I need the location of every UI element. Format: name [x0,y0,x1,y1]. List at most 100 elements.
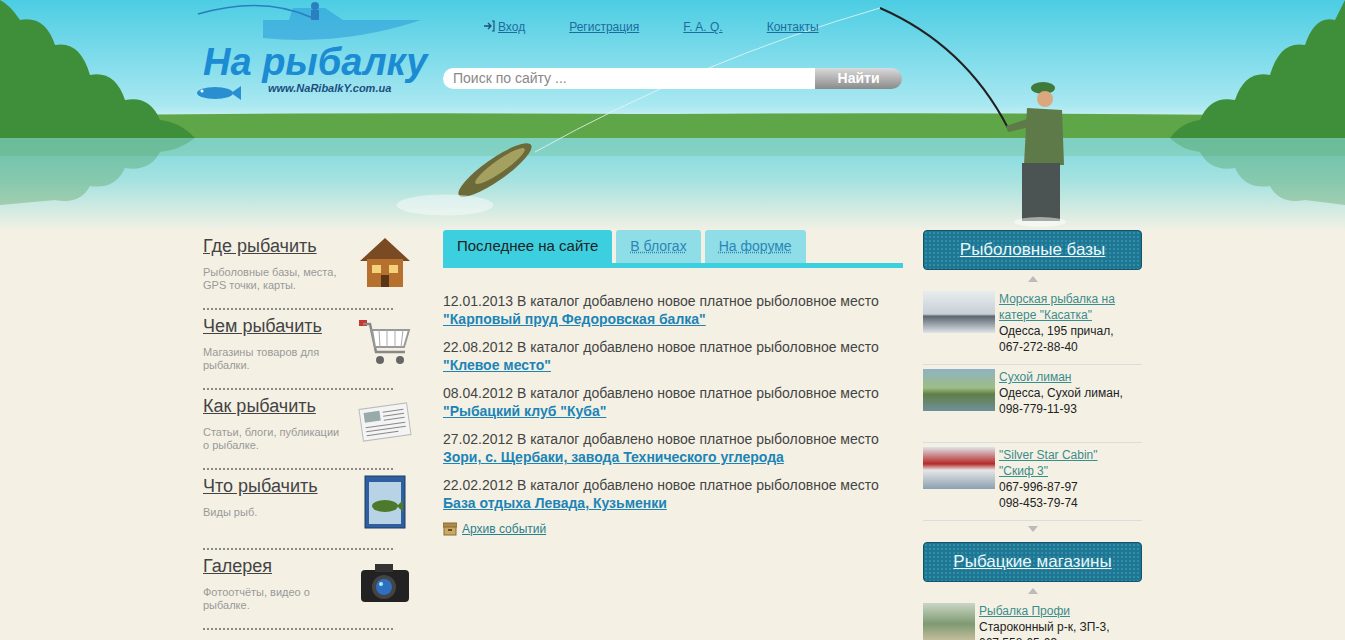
section-icon [357,234,413,290]
section-title[interactable]: Что рыбачить [203,470,348,497]
nav-label[interactable]: Регистрация [569,20,639,34]
section-item[interactable]: Чем рыбачитьМагазины товаров для рыбалки… [203,310,393,390]
block-title[interactable]: Рыбацкие магазины [953,552,1111,572]
tab-label[interactable]: На форуме [719,236,792,257]
news-link[interactable]: "Клевое место" [443,356,903,374]
listing-photo [923,291,995,333]
listing-line: 067-996-87-97 [999,479,1098,495]
listing-item[interactable]: Морская рыбалка на катере "Касатка"Одесс… [923,287,1142,365]
news-list: 12.01.2013 В каталог добавлено новое пла… [443,292,903,512]
archive-label[interactable]: Архив событий [462,522,546,536]
nav-link[interactable]: Контакты [767,20,819,38]
tab-label[interactable]: Последнее на сайте [457,235,598,258]
news-item: 22.02.2012 В каталог добавлено новое пла… [443,476,903,512]
content: На рыбалкуwww.NaRibalkY.com.ua Вход Регис… [193,0,1145,640]
section-text: Где рыбачить Рыболовные базы, места, GPS … [203,230,348,308]
listing-line: 067-272-88-40 [999,339,1142,355]
news-text: 22.02.2012 В каталог добавлено новое пла… [443,476,903,494]
search-input[interactable] [443,68,815,89]
listing-text: "Silver Star Cabin""Скиф 3"067-996-87-97… [999,447,1098,520]
tab[interactable]: На форуме [705,230,806,263]
tab[interactable]: В блогах [616,230,700,263]
nav-label[interactable]: Вход [498,20,525,34]
scroll-up-icon [923,582,1142,599]
header-tools: Вход Регистрация F. A. Q. Контакты Найти [443,0,903,230]
listing-item[interactable]: Сухой лиманОдесса, Сухой лиман,098-779-1… [923,365,1142,443]
news-link[interactable]: База отдыха Левада, Кузьменки [443,494,903,512]
block-title[interactable]: Рыболовные базы [960,240,1105,260]
section-item[interactable]: Что рыбачить Виды рыб. [203,470,393,550]
listing-link[interactable]: Морская рыбалка на катере "Касатка" [999,291,1142,323]
listing-item[interactable]: "Silver Star Cabin""Скиф 3"067-996-87-97… [923,443,1142,521]
block-header[interactable]: Рыболовные базы [923,230,1142,270]
listing-link[interactable]: "Скиф 3" [999,463,1098,479]
section-description: Виды рыб. [203,506,348,519]
listing-photo [923,603,975,640]
section-item[interactable]: Как рыбачить Статьи, блоги, публикации о … [203,390,393,470]
bases-block: Рыболовные базы Морская рыбалка на катере… [923,230,1142,521]
listing-line: Одесса, 195 причал, [999,323,1142,339]
archive-link[interactable]: Архив событий [443,522,903,536]
news-item: 22.08.2012 В каталог добавлено новое пла… [443,338,903,374]
scroll-down-icon [923,521,1142,536]
archive-icon [443,522,457,536]
logo: На рыбалкуwww.NaRibalkY.com.ua [193,0,443,230]
news-link[interactable]: "Рыбацкий клуб "Куба" [443,402,903,420]
section-icon [357,314,413,370]
section-text: Галерея Фотоотчёты, видео о рыбалке. [203,550,348,628]
tab-underline [443,263,903,268]
section-title[interactable]: Чем рыбачить [203,310,348,337]
section-text: Как рыбачить Статьи, блоги, публикации о … [203,390,348,468]
listing-text: Рыбалка ПрофиСтароконный р-к, ЗП-3,067 5… [979,603,1110,640]
fish-icon [193,84,241,102]
login-icon [483,20,495,32]
section-title[interactable]: Где рыбачить [203,230,348,257]
block-header[interactable]: Рыбацкие магазины [923,542,1142,582]
listing-link[interactable]: Рыбалка Профи [979,603,1110,619]
main: Где рыбачить Рыболовные базы, места, GPS … [193,230,1145,640]
news-text: 08.04.2012 В каталог добавлено новое пла… [443,384,903,402]
search-button[interactable]: Найти [815,68,902,89]
top-nav: Вход Регистрация F. A. Q. Контакты [483,0,903,38]
section-icon [357,394,413,450]
logo-title[interactable]: На рыбалку [193,0,443,82]
nav-link[interactable]: F. A. Q. [683,20,722,38]
nav-label[interactable]: Контакты [767,20,819,34]
nav-label[interactable]: F. A. Q. [683,20,722,34]
sections-column: Где рыбачить Рыболовные базы, места, GPS … [203,230,393,640]
logo-url: www.NaRibalkY.com.ua [268,82,443,94]
header-scene [0,0,1345,232]
tab[interactable]: Последнее на сайте [443,230,612,263]
logo-boat-icon [193,0,428,45]
news-item: 27.02.2012 В каталог добавлено новое пла… [443,430,903,466]
section-title[interactable]: Галерея [203,550,348,577]
tab-label[interactable]: В блогах [630,236,686,257]
listing-item[interactable]: Рыбалка ПрофиСтароконный р-к, ЗП-3,067 5… [923,599,1142,640]
section-text: Чем рыбачитьМагазины товаров для рыбалки… [203,310,348,388]
news-link[interactable]: "Карповый пруд Федоровская балка" [443,310,903,328]
listing-line: 067 558-65-03 [979,635,1110,640]
shops-block: Рыбацкие магазины Рыбалка ПрофиСтароконны… [923,542,1142,640]
section-title[interactable]: Как рыбачить [203,390,348,417]
listing-link[interactable]: "Silver Star Cabin" [999,447,1098,463]
header: На рыбалкуwww.NaRibalkY.com.ua Вход Регис… [193,0,1145,230]
news-text: 22.08.2012 В каталог добавлено новое пла… [443,338,903,356]
section-item[interactable]: Где рыбачить Рыболовные базы, места, GPS … [203,230,393,310]
listing-photo [923,447,995,489]
news-link[interactable]: Зори, с. Щербаки, завода Технического уг… [443,448,903,466]
section-icon [357,474,413,530]
section-description: Статьи, блоги, публикации о рыбалке. [203,426,348,452]
listing-link[interactable]: Сухой лиман [999,369,1123,385]
nav-link[interactable]: Вход [483,20,525,38]
section-item[interactable]: Галерея Фотоотчёты, видео о рыбалке. [203,550,393,630]
section-text: Что рыбачить Виды рыб. [203,470,348,548]
listing-line: Староконный р-к, ЗП-3, [979,619,1110,635]
news-text: 27.02.2012 В каталог добавлено новое пла… [443,430,903,448]
scroll-up-icon [923,270,1142,287]
section-description: Рыболовные базы, места, GPS точки, карты… [203,266,348,292]
section-icon [357,554,413,610]
listing-line: Одесса, Сухой лиман, [999,385,1123,401]
center-column: Последнее на сайте В блогах На форуме 12.01… [443,230,903,640]
section-description: Фотоотчёты, видео о рыбалке. [203,586,348,612]
nav-link[interactable]: Регистрация [569,20,639,38]
